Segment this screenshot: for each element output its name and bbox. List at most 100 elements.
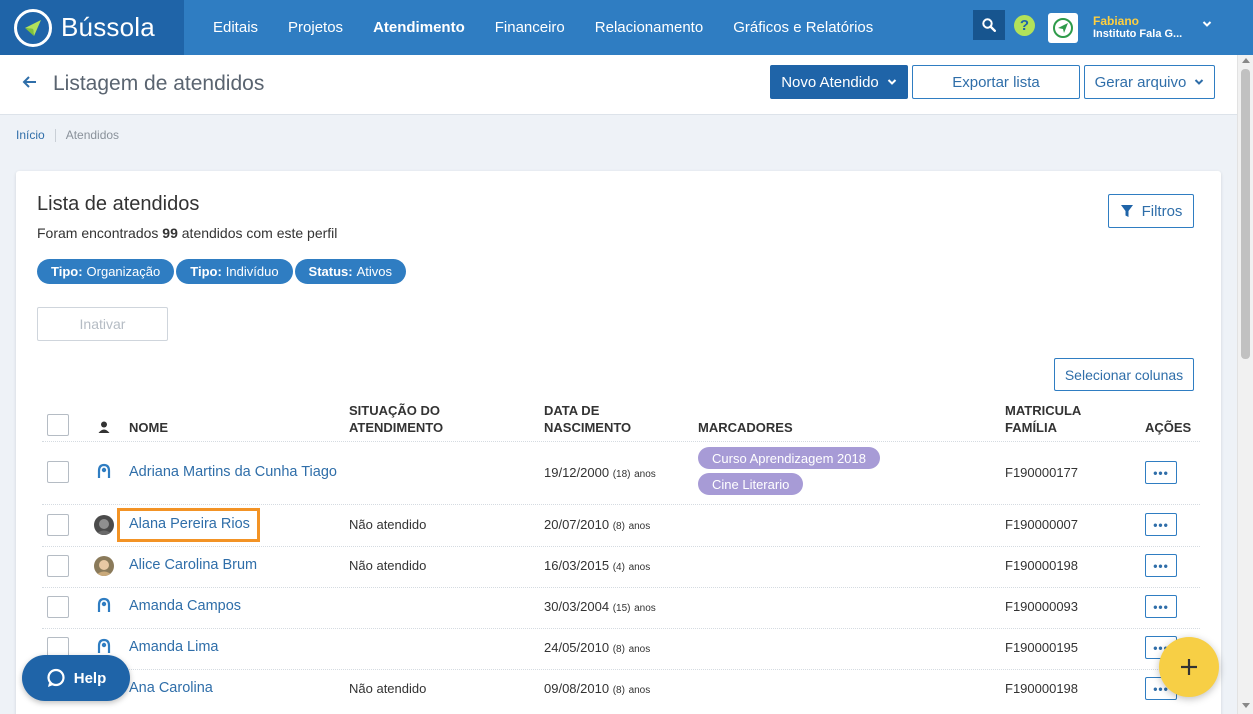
- plus-icon: [1181, 659, 1197, 675]
- row-divider: [42, 441, 1200, 442]
- org-avatar[interactable]: [1048, 13, 1078, 43]
- attendance-situation: Não atendido: [349, 681, 427, 696]
- family-registration: F190000177: [1005, 465, 1079, 480]
- column-header-situation-line1: SITUAÇÃO DO: [349, 403, 440, 418]
- page-header: Listagem de atendidos Novo Atendido Expo…: [0, 55, 1237, 115]
- person-headset-icon: [96, 463, 112, 486]
- chevron-down-icon[interactable]: [1202, 16, 1212, 34]
- user-name[interactable]: Fabiano: [1093, 14, 1139, 28]
- column-header-birth-line2: NASCIMENTO: [544, 420, 632, 435]
- attendee-name-link[interactable]: Amanda Lima: [129, 639, 218, 655]
- row-actions-button[interactable]: •••: [1145, 513, 1177, 536]
- scroll-down-arrow-icon[interactable]: [1242, 703, 1250, 708]
- add-attendee-fab[interactable]: [1159, 637, 1219, 697]
- marker-tag[interactable]: Curso Aprendizagem 2018: [698, 447, 880, 469]
- breadcrumb-separator: [54, 128, 56, 142]
- new-attendee-button[interactable]: Novo Atendido: [770, 65, 908, 99]
- breadcrumb-home[interactable]: Início: [16, 128, 45, 142]
- column-header-name[interactable]: NOME: [129, 419, 168, 436]
- select-all-checkbox[interactable]: [47, 414, 69, 436]
- top-navbar: Bússola Editais Projetos Atendimento Fin…: [0, 0, 1253, 55]
- column-header-family-registration[interactable]: MATRICULA FAMÍLIA: [1005, 402, 1081, 436]
- nav-financeiro[interactable]: Financeiro: [480, 19, 580, 36]
- page-title: Listagem de atendidos: [53, 72, 265, 95]
- select-columns-label: Selecionar colunas: [1064, 366, 1184, 383]
- row-actions-button[interactable]: •••: [1145, 595, 1177, 618]
- age-value: (8): [612, 521, 625, 532]
- back-arrow-icon[interactable]: [22, 75, 38, 94]
- birth-date-value: 16/03/2015: [544, 558, 610, 573]
- select-columns-button[interactable]: Selecionar colunas: [1054, 358, 1194, 391]
- family-registration: F190000198: [1005, 558, 1079, 573]
- help-question-icon[interactable]: ?: [1014, 15, 1035, 36]
- column-header-birth-line1: DATA DE: [544, 403, 600, 418]
- search-button[interactable]: [973, 10, 1005, 40]
- nav-relacionamento[interactable]: Relacionamento: [580, 19, 718, 36]
- age-value: (8): [612, 644, 625, 655]
- avatar: [94, 556, 114, 576]
- family-registration: F190000195: [1005, 640, 1079, 655]
- chip-key: Tipo:: [190, 264, 222, 279]
- row-divider: [42, 587, 1200, 588]
- chip-key: Tipo:: [51, 264, 83, 279]
- filter-chip-status-ativos[interactable]: Status: Ativos: [294, 259, 407, 284]
- scroll-up-arrow-icon[interactable]: [1242, 58, 1250, 63]
- birth-date: 19/12/2000 (18) anos: [544, 465, 656, 480]
- attendee-name-link[interactable]: Alice Carolina Brum: [129, 557, 257, 573]
- row-actions-button[interactable]: •••: [1145, 461, 1177, 484]
- breadcrumb-current: Atendidos: [65, 128, 120, 142]
- attendee-name-link[interactable]: Amanda Campos: [129, 598, 241, 614]
- compass-logo-icon: [14, 8, 52, 47]
- nav-projetos[interactable]: Projetos: [273, 19, 358, 36]
- page-scrollbar[interactable]: [1237, 55, 1253, 714]
- chevron-down-icon: [1195, 79, 1204, 85]
- row-checkbox[interactable]: [47, 514, 69, 536]
- scroll-thumb[interactable]: [1241, 69, 1250, 359]
- nav-editais[interactable]: Editais: [198, 19, 273, 36]
- age-unit: anos: [628, 562, 651, 573]
- row-actions-button[interactable]: •••: [1145, 554, 1177, 577]
- result-count: 99: [162, 225, 178, 241]
- birth-date-value: 19/12/2000: [544, 465, 610, 480]
- attendance-situation: Não atendido: [349, 558, 427, 573]
- birth-date: 20/07/2010 (8) anos: [544, 517, 650, 532]
- filters-button[interactable]: Filtros: [1108, 194, 1194, 228]
- birth-date: 16/03/2015 (4) anos: [544, 558, 650, 573]
- age-unit: anos: [634, 603, 656, 614]
- column-header-markers[interactable]: MARCADORES: [698, 419, 793, 436]
- chat-bubble-icon: [47, 668, 65, 687]
- filter-chip-tipo-individuo[interactable]: Tipo: Indivíduo: [176, 259, 293, 284]
- column-header-birth[interactable]: DATA DE NASCIMENTO: [544, 402, 631, 436]
- row-checkbox[interactable]: [47, 555, 69, 577]
- user-org[interactable]: Instituto Fala G...: [1093, 28, 1182, 40]
- export-list-label: Exportar lista: [952, 73, 1040, 91]
- age-value: (15): [612, 603, 631, 614]
- nav-atendimento[interactable]: Atendimento: [358, 19, 480, 36]
- nav-graficos-relatorios[interactable]: Gráficos e Relatórios: [718, 19, 888, 36]
- attendee-name-link[interactable]: Adriana Martins da Cunha Tiago: [129, 464, 337, 480]
- birth-date: 24/05/2010 (8) anos: [544, 640, 650, 655]
- age-value: (4): [612, 562, 625, 573]
- filter-chip-tipo-organizacao[interactable]: Tipo: Organização: [37, 259, 175, 284]
- inactivate-button[interactable]: Inativar: [37, 307, 168, 341]
- generate-file-button[interactable]: Gerar arquivo: [1084, 65, 1215, 99]
- age-value: (8): [612, 685, 625, 696]
- column-header-situation-line2: ATENDIMENTO: [349, 420, 444, 435]
- birth-date-value: 09/08/2010: [544, 681, 610, 696]
- filter-icon: [1120, 205, 1133, 217]
- export-list-button[interactable]: Exportar lista: [912, 65, 1080, 99]
- age-unit: anos: [628, 685, 651, 696]
- family-registration: F190000093: [1005, 599, 1079, 614]
- chevron-down-icon: [887, 79, 896, 85]
- active-filter-chips: Tipo: Organização Tipo: Indivíduo Status: A…: [37, 259, 407, 284]
- column-header-situation[interactable]: SITUAÇÃO DO ATENDIMENTO: [349, 402, 443, 436]
- attendee-name-link[interactable]: Ana Carolina: [129, 680, 213, 696]
- marker-tag[interactable]: Cine Literario: [698, 473, 804, 495]
- brand-name: Bússola: [61, 12, 155, 42]
- brand[interactable]: Bússola: [0, 0, 184, 55]
- help-chat-button[interactable]: Help: [22, 655, 130, 701]
- column-header-actions: AÇÕES: [1145, 420, 1192, 435]
- row-checkbox[interactable]: [47, 461, 69, 483]
- birth-date-value: 30/03/2004: [544, 599, 610, 614]
- row-checkbox[interactable]: [47, 596, 69, 618]
